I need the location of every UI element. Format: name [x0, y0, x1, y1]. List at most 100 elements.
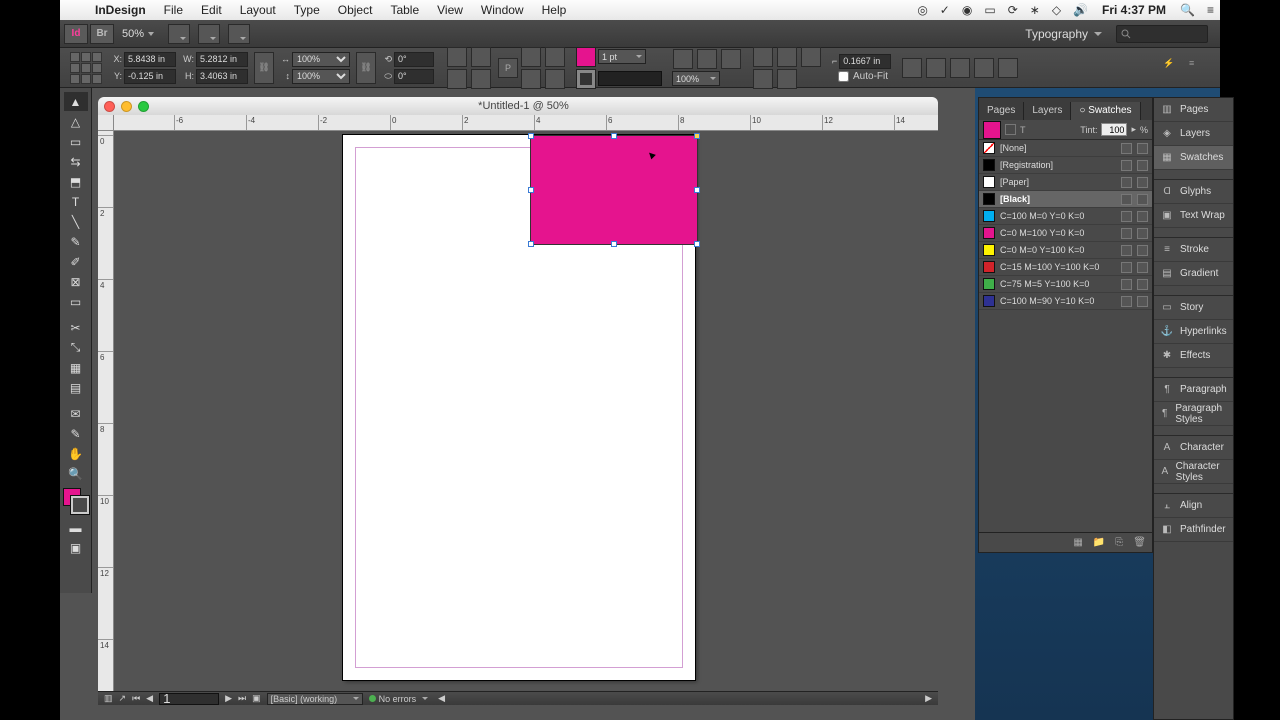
scaley-field[interactable]: 100%	[292, 69, 350, 84]
dock-story[interactable]: ▭Story	[1154, 296, 1233, 320]
new-folder-icon[interactable]: 📁	[1093, 537, 1105, 548]
page-last[interactable]: ⏭	[238, 693, 246, 704]
panel-fill-proxy[interactable]	[983, 121, 1001, 139]
zoom-level[interactable]: 50%	[116, 28, 160, 40]
rotate-ccw-icon[interactable]	[471, 47, 491, 67]
scissors-tool[interactable]: ✂	[64, 318, 88, 337]
control-menu-icon[interactable]: ≡	[1189, 58, 1209, 78]
direct-selection-tool[interactable]: △	[64, 112, 88, 131]
dock-character[interactable]: ACharacter	[1154, 436, 1233, 460]
screen-mode-tool[interactable]: ▣	[64, 538, 88, 557]
scroll-right[interactable]: ▶	[925, 693, 932, 704]
quick-apply-icon[interactable]: ⚡	[1163, 58, 1183, 78]
fill-stroke-proxy[interactable]	[63, 488, 89, 514]
content-tool[interactable]: ⬒	[64, 172, 88, 191]
volume-icon[interactable]: 🔊	[1067, 3, 1094, 17]
menu-type[interactable]: Type	[285, 3, 329, 17]
flip-h-icon[interactable]	[447, 69, 467, 89]
swatch-row[interactable]: C=0 M=100 Y=0 K=0	[979, 225, 1152, 242]
tab-pages[interactable]: Pages	[979, 102, 1024, 120]
type-tool[interactable]: T	[64, 192, 88, 211]
opt-b-icon[interactable]	[697, 49, 717, 69]
hand-tool[interactable]: ✋	[64, 444, 88, 463]
dock-pathfinder[interactable]: ◧Pathfinder	[1154, 518, 1233, 542]
dock-textwrap[interactable]: ▣Text Wrap	[1154, 204, 1233, 228]
wrap-jump-icon[interactable]	[753, 69, 773, 89]
note-tool[interactable]: ✉	[64, 404, 88, 423]
menu-object[interactable]: Object	[329, 3, 382, 17]
wrap-shape-icon[interactable]	[801, 47, 821, 67]
airplay-icon[interactable]: ▭	[978, 3, 1001, 17]
screen-mode[interactable]	[198, 24, 220, 44]
dock-paragraph[interactable]: ¶Paragraph	[1154, 378, 1233, 402]
wifi-icon[interactable]: ◇	[1046, 3, 1067, 17]
swatch-row[interactable]: [Paper]	[979, 174, 1152, 191]
swatch-row[interactable]: [Registration]	[979, 157, 1152, 174]
record-icon[interactable]: ◉	[956, 3, 978, 17]
opt-a-icon[interactable]	[673, 49, 693, 69]
prev-object-icon[interactable]	[521, 69, 541, 89]
scalex-field[interactable]: 100%	[292, 52, 350, 67]
select-container-icon[interactable]	[521, 47, 541, 67]
corner-radius[interactable]	[839, 54, 891, 69]
clock[interactable]: Fri 4:37 PM	[1094, 3, 1174, 17]
export-icon[interactable]: ↗	[119, 693, 127, 704]
rectangle-tool[interactable]: ▭	[64, 292, 88, 311]
menu-file[interactable]: File	[155, 3, 192, 17]
preflight-profile[interactable]: [Basic] (working)	[267, 693, 363, 705]
opacity-field[interactable]: 100%	[672, 71, 720, 86]
pencil-tool[interactable]: ✐	[64, 252, 88, 271]
text-target-icon[interactable]: T	[1020, 125, 1026, 135]
swatch-row[interactable]: C=15 M=100 Y=100 K=0	[979, 259, 1152, 276]
desktop-file-pdf[interactable]: PDF test.pdf	[1016, 569, 1076, 619]
new-swatch-icon[interactable]: ⎘	[1115, 537, 1123, 548]
ruler-horizontal[interactable]: -6-4-202468101214	[114, 115, 938, 131]
rotate-cw-icon[interactable]	[447, 47, 467, 67]
selected-rectangle[interactable]	[530, 135, 698, 245]
fit-b-icon[interactable]	[926, 58, 946, 78]
transform-p-icon[interactable]: P	[498, 58, 518, 78]
swatch-row[interactable]: C=75 M=5 Y=100 K=0	[979, 276, 1152, 293]
app-menu[interactable]: InDesign	[86, 3, 155, 17]
dock-glyphs[interactable]: ⱭGlyphs	[1154, 180, 1233, 204]
pen-tool[interactable]: ✎	[64, 232, 88, 251]
dock-align[interactable]: ⫠Align	[1154, 494, 1233, 518]
tab-swatches[interactable]: ○ Swatches	[1071, 102, 1140, 120]
fill-swatch[interactable]	[576, 47, 596, 67]
ruler-origin[interactable]	[98, 115, 114, 131]
notifications-icon[interactable]: ≡	[1201, 3, 1220, 17]
menu-table[interactable]: Table	[381, 3, 428, 17]
dock-hyperlinks[interactable]: ⚓Hyperlinks	[1154, 320, 1233, 344]
wrap-bound-icon[interactable]	[777, 47, 797, 67]
dock-charstyles[interactable]: ACharacter Styles	[1154, 460, 1233, 484]
stroke-weight[interactable]: 1 pt	[598, 49, 646, 64]
bluetooth-icon[interactable]: ∗	[1024, 3, 1046, 17]
fit-e-icon[interactable]	[998, 58, 1018, 78]
preflight-status[interactable]: No errors	[369, 694, 429, 704]
gradient-swatch-tool[interactable]: ▦	[64, 358, 88, 377]
h-field[interactable]	[196, 69, 248, 84]
zoom-tool[interactable]: 🔍	[64, 464, 88, 483]
spotlight-icon[interactable]: 🔍	[1174, 3, 1201, 17]
dock-parastyles[interactable]: ¶Paragraph Styles	[1154, 402, 1233, 426]
gradient-feather-tool[interactable]: ▤	[64, 378, 88, 397]
y-field[interactable]	[124, 69, 176, 84]
autofit-checkbox[interactable]: Auto-Fit	[838, 71, 891, 82]
menu-window[interactable]: Window	[472, 3, 533, 17]
master-icon[interactable]: ▣	[252, 693, 261, 704]
search-field[interactable]	[1116, 25, 1208, 43]
fit-d-icon[interactable]	[974, 58, 994, 78]
wrap-none-icon[interactable]	[753, 47, 773, 67]
status-icon[interactable]: ◎	[911, 3, 933, 17]
select-content-icon[interactable]	[545, 47, 565, 67]
flip-v-icon[interactable]	[471, 69, 491, 89]
sync-icon[interactable]: ⟳	[1002, 3, 1024, 17]
page-tool[interactable]: ▭	[64, 132, 88, 151]
canvas[interactable]: -6-4-202468101214 0246810121416	[98, 115, 938, 691]
stroke-swatch[interactable]	[576, 69, 596, 89]
tab-layers[interactable]: Layers	[1024, 102, 1071, 120]
constrain-scale-icon[interactable]: ⛓	[356, 52, 376, 84]
swatch-row[interactable]: C=0 M=0 Y=100 K=0	[979, 242, 1152, 259]
x-field[interactable]	[124, 52, 176, 67]
desktop-file-jpg[interactable]: cake.jpg	[1088, 569, 1148, 619]
